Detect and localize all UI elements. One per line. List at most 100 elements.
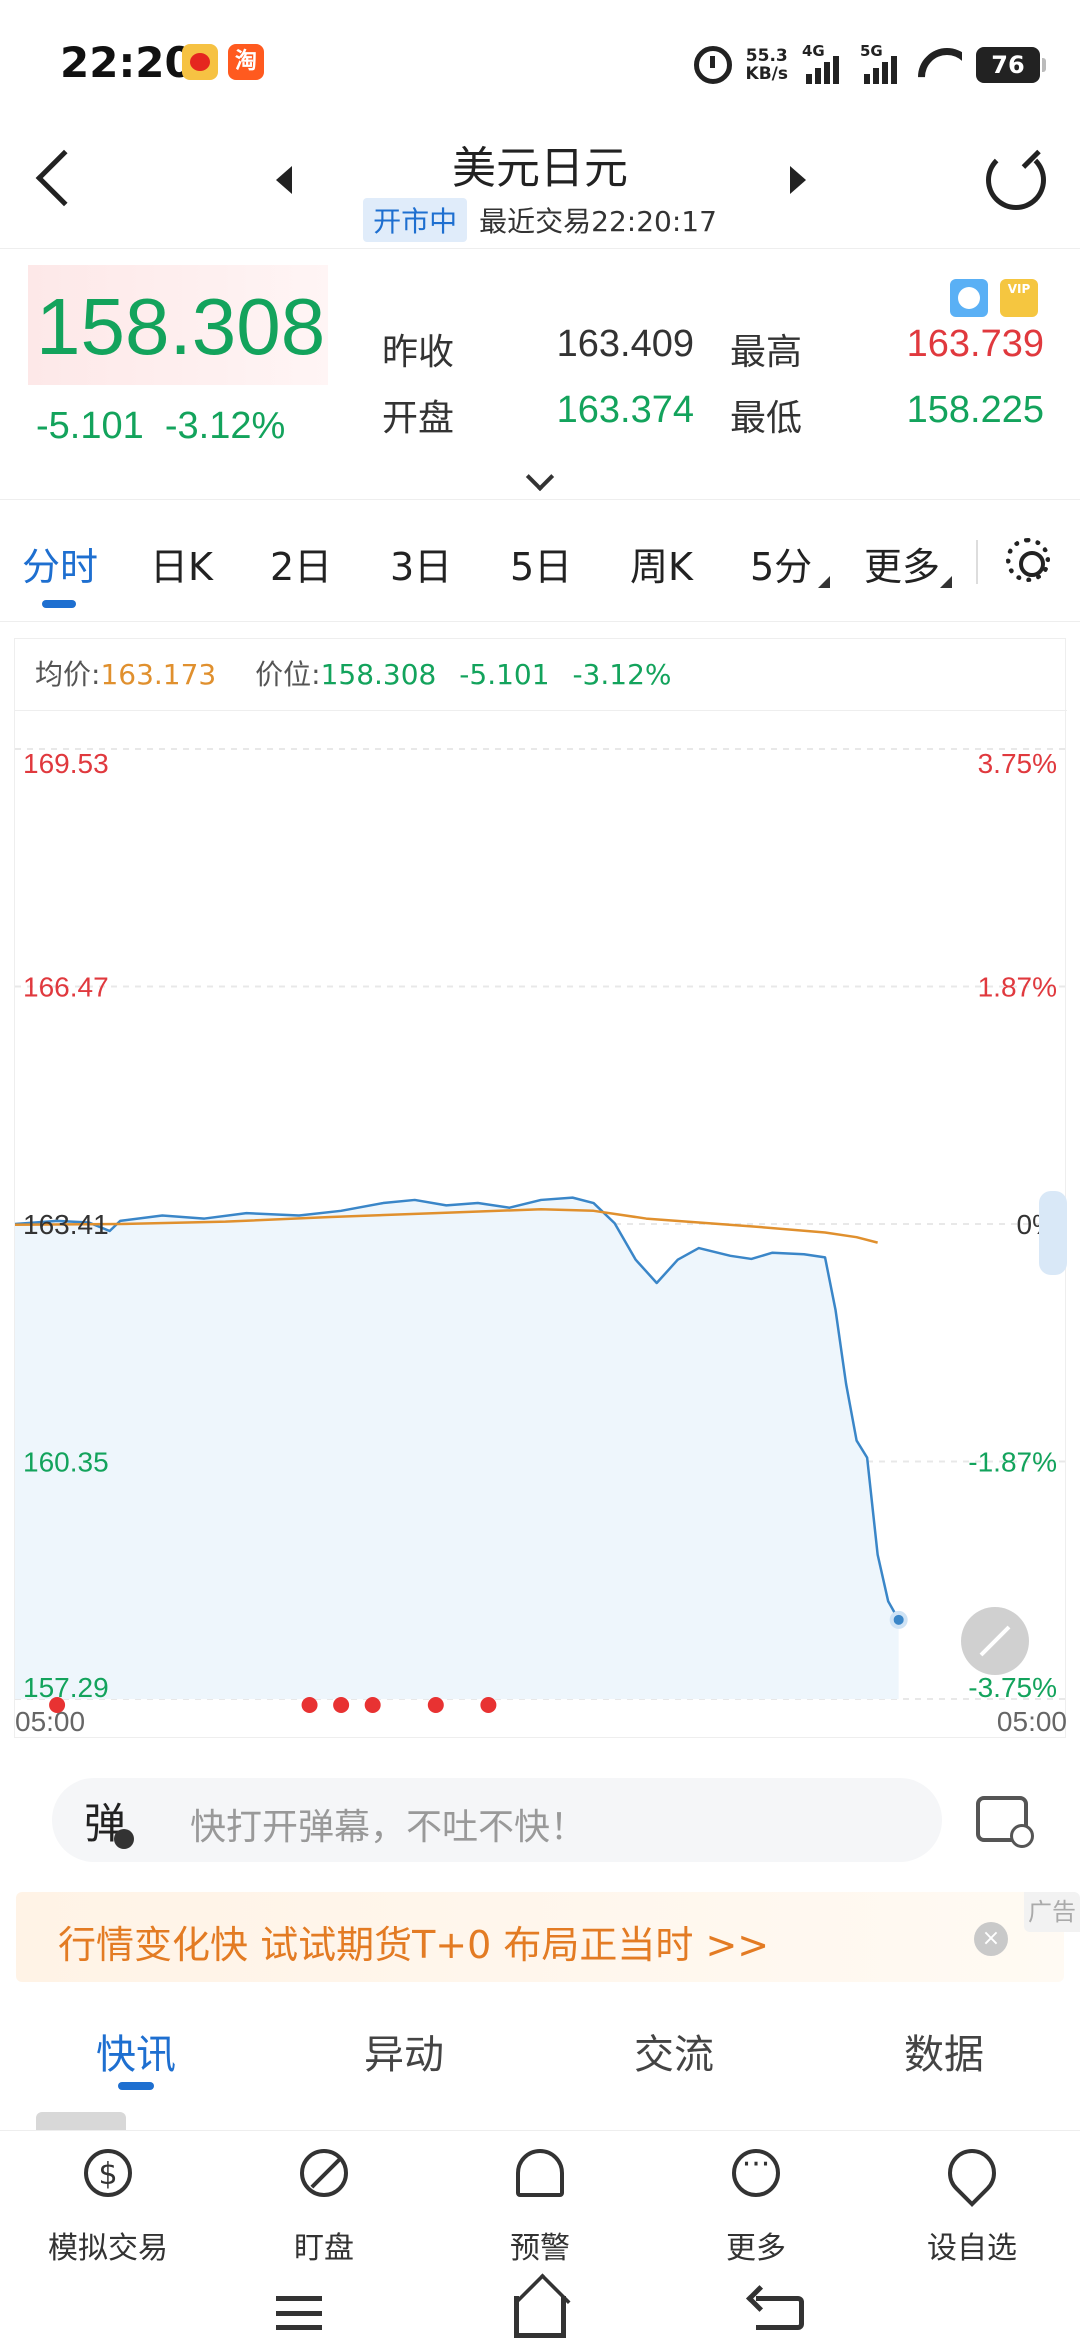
y-pct-label: -3.75%: [968, 1672, 1057, 1703]
chart-period-tabs: 分时 日K 2日 3日 5日 周K 5分 更多: [0, 500, 1080, 622]
ad-tag: 广告: [1024, 1892, 1080, 1932]
more-button[interactable]: 更多: [648, 2131, 864, 2271]
more-icon: [732, 2147, 780, 2197]
tab-divider: [976, 540, 978, 584]
header-subtitle: 开市中 最近交易22:20:17: [0, 198, 1080, 242]
more-label: 更多: [726, 2231, 786, 2266]
y-tick-label: 157.29: [23, 1672, 109, 1703]
chevron-down-icon[interactable]: [525, 462, 555, 492]
watch-icon: [300, 2149, 348, 2197]
page-header: 美元日元 开市中 最近交易22:20:17: [0, 120, 1080, 248]
signal-4g-icon: 4G: [802, 42, 846, 84]
last-price-point: [889, 1610, 908, 1629]
x-tick-label: 05:00: [15, 1706, 85, 1737]
tab-5-day[interactable]: 5日: [510, 536, 572, 591]
event-marker: [480, 1697, 497, 1713]
tab-movers[interactable]: 异动: [364, 2022, 444, 2080]
recent-apps-icon[interactable]: [276, 2296, 322, 2330]
add-favorite-icon: [938, 2139, 1006, 2207]
open-label: 开盘: [382, 398, 455, 439]
alert-button[interactable]: 预警: [432, 2131, 648, 2271]
high-label: 最高: [730, 332, 803, 373]
chart-canvas: 金投网JT.CN169.533.75%166.471.87%163.410%16…: [15, 748, 1067, 1737]
change-percent: -3.12%: [164, 405, 286, 447]
danmaku-settings-icon[interactable]: [976, 1796, 1034, 1848]
danmaku-placeholder: 快打开弹幕，不吐不快！: [190, 1807, 587, 1848]
network-speed-value: 55.3: [745, 46, 788, 66]
alarm-clock-icon: [693, 46, 732, 84]
price-change: -5.101 -3.12%: [36, 405, 285, 448]
tab-3-day[interactable]: 3日: [390, 536, 452, 591]
page-title: 美元日元: [452, 143, 628, 194]
event-marker: [333, 1697, 350, 1713]
active-news-tab-indicator: [118, 2082, 154, 2090]
simulated-trade-icon: [84, 2149, 132, 2197]
tab-intraday[interactable]: 分时: [22, 536, 98, 591]
active-tab-indicator: [42, 600, 76, 608]
y-tick-label: 166.47: [23, 972, 109, 1003]
tab-discussion[interactable]: 交流: [634, 2022, 714, 2080]
ad-text[interactable]: 行情变化快 试试期货T+0 布局正当时 >>: [58, 1914, 769, 1969]
event-marker: [427, 1697, 444, 1713]
current-price: 158.308: [36, 282, 326, 371]
next-instrument-icon[interactable]: [790, 166, 806, 194]
signal-5g-icon: 5G: [860, 42, 904, 84]
home-icon[interactable]: [514, 2296, 566, 2338]
event-marker: [301, 1697, 318, 1713]
side-panel-handle-icon: [1039, 1191, 1067, 1275]
battery-icon: 76: [976, 47, 1046, 83]
tab-5-minute[interactable]: 5分: [750, 536, 812, 591]
quote-panel: 158.308 -5.101 -3.12% 昨收 163.409 最高 163.…: [0, 248, 1080, 500]
tab-data[interactable]: 数据: [904, 2022, 984, 2080]
vip-icon[interactable]: VIP: [1000, 279, 1038, 317]
taobao-notification-icon: 淘: [228, 44, 264, 80]
prev-close-label: 昨收: [382, 332, 455, 373]
network-speed-unit: KB/s: [745, 64, 788, 84]
tab-daily-k[interactable]: 日K: [150, 536, 213, 591]
tab-2-day[interactable]: 2日: [270, 536, 332, 591]
pie-chart-icon[interactable]: [950, 279, 988, 317]
y-tick-label: 169.53: [23, 748, 109, 779]
system-nav-bar: [0, 2270, 1080, 2352]
y-pct-label: -1.87%: [968, 1447, 1057, 1478]
alarm-icon: [516, 2149, 564, 2197]
market-status-badge: 开市中: [363, 198, 468, 242]
x-tick-label: 05:00: [997, 1706, 1067, 1737]
close-icon[interactable]: ×: [974, 1922, 1008, 1956]
open-value: 163.374: [556, 389, 694, 431]
add-favorite-button[interactable]: 设自选: [864, 2131, 1080, 2271]
tab-more[interactable]: 更多: [864, 536, 940, 591]
gear-icon[interactable]: [1006, 538, 1050, 582]
status-indicators: 55.3 KB/s 4G 5G 76: [693, 40, 1046, 90]
tab-flash-news[interactable]: 快讯: [96, 2022, 176, 2080]
add-favorite-label: 设自选: [927, 2231, 1017, 2266]
y-tick-label: 163.41: [23, 1209, 109, 1240]
dropdown-triangle-icon: [818, 576, 830, 588]
low-label: 最低: [730, 398, 803, 439]
high-value: 163.739: [906, 323, 1044, 365]
network-speed: 55.3 KB/s: [746, 47, 788, 83]
low-value: 158.225: [906, 389, 1044, 431]
wifi-icon: [918, 48, 962, 82]
system-back-icon[interactable]: [756, 2296, 804, 2330]
y-pct-label: 3.75%: [978, 748, 1057, 779]
event-marker: [364, 1697, 381, 1713]
y-pct-label: 1.87%: [978, 972, 1057, 1003]
change-value: -5.101: [36, 405, 144, 447]
refresh-icon[interactable]: [986, 150, 1046, 210]
tab-weekly-k[interactable]: 周K: [630, 536, 693, 591]
danmaku-toggle-icon[interactable]: 弹: [84, 1790, 135, 1851]
last-trade-time: 最近交易22:20:17: [479, 205, 717, 238]
news-list-peek: [36, 2112, 126, 2132]
weibo-notification-icon: [182, 44, 218, 80]
watch-label: 盯盘: [294, 2231, 354, 2266]
prev-close-value: 163.409: [556, 323, 694, 365]
watch-button[interactable]: 盯盘: [216, 2131, 432, 2271]
simulated-trade-button[interactable]: 模拟交易: [0, 2131, 216, 2271]
intraday-chart[interactable]: 均价:163.173 价位:158.308 -5.101 -3.12% 金投网J…: [14, 638, 1067, 1738]
alert-label: 预警: [510, 2231, 570, 2266]
danmaku-input[interactable]: 弹 快打开弹幕，不吐不快！: [52, 1778, 942, 1862]
status-bar: 22:20 淘 55.3 KB/s 4G 5G 76: [0, 0, 1080, 120]
price-area: [15, 1197, 899, 1699]
ad-banner[interactable]: 行情变化快 试试期货T+0 布局正当时 >> × 广告: [16, 1892, 1080, 1982]
